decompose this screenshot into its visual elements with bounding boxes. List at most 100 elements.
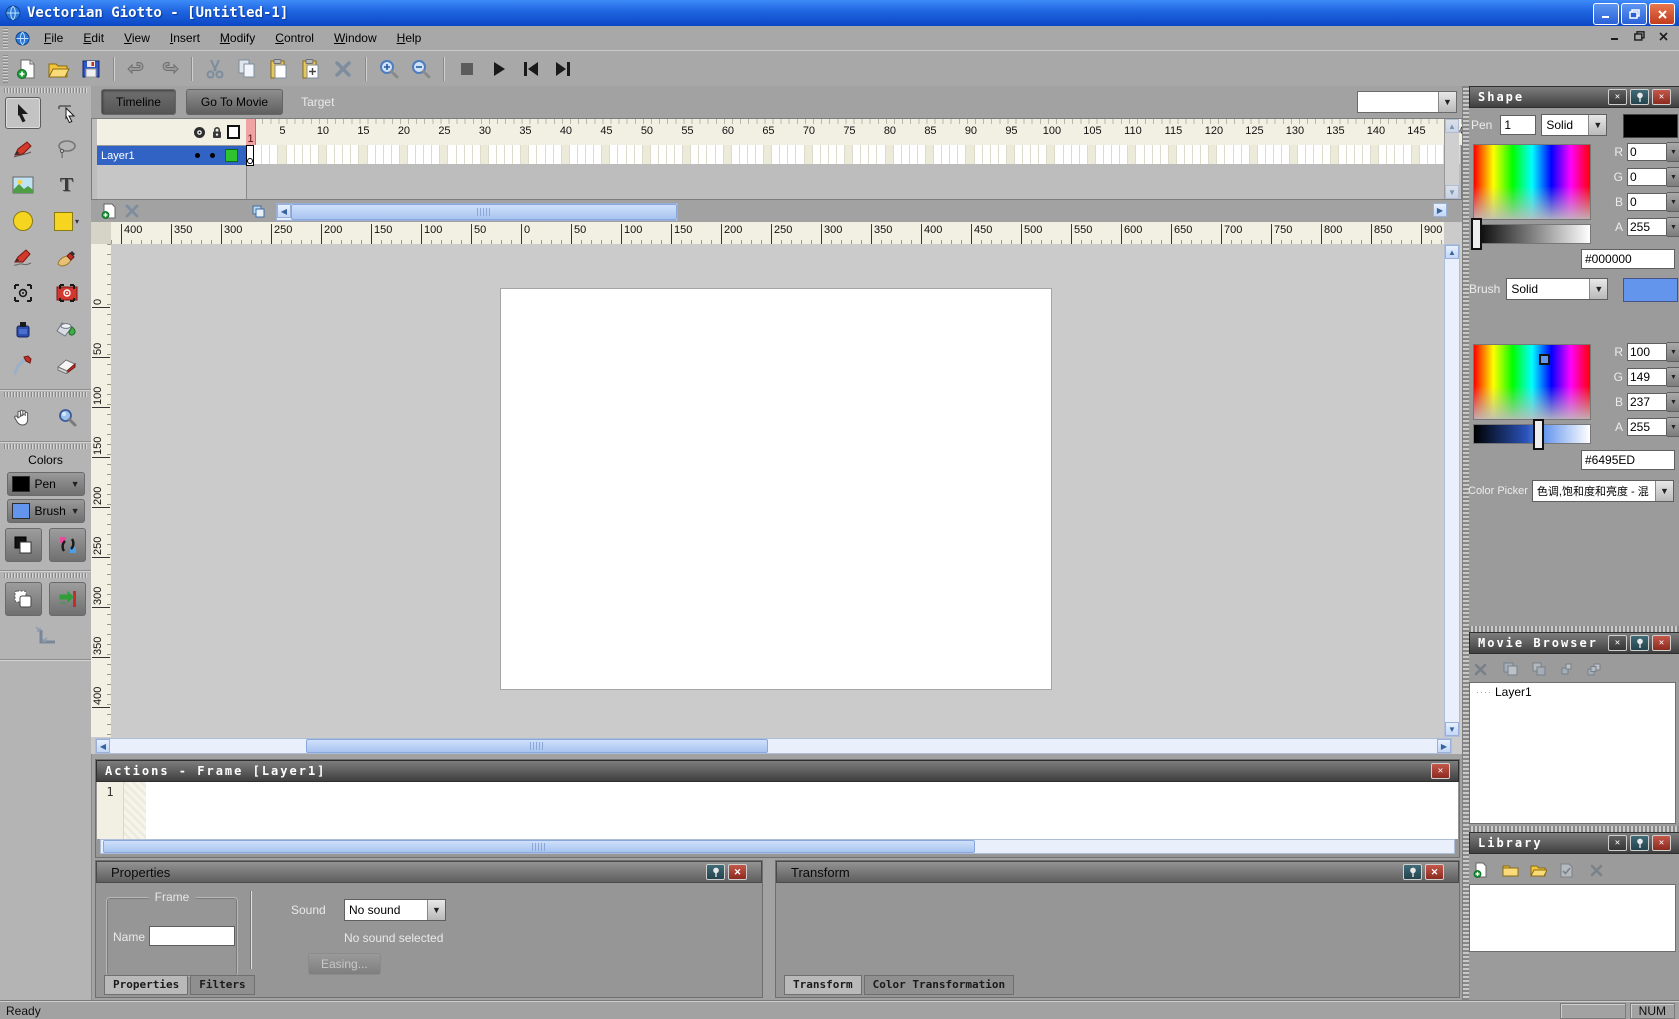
frame-cell[interactable] (683, 145, 691, 164)
frame-cell[interactable] (359, 145, 367, 164)
target-combobox[interactable]: ▼ (1357, 91, 1457, 113)
text-tool[interactable]: T (49, 169, 85, 201)
actions-scroll-thumb[interactable] (103, 840, 975, 853)
frame-cell[interactable] (756, 145, 764, 164)
frame-cell[interactable] (610, 145, 618, 164)
brush-tool[interactable] (49, 241, 85, 273)
frame-cell[interactable] (1274, 145, 1282, 164)
frame-cell[interactable] (254, 145, 262, 164)
delete-layer-button[interactable] (125, 204, 139, 218)
frame-cell[interactable] (440, 145, 448, 164)
frame-cell[interactable] (918, 145, 926, 164)
tab-transform[interactable]: Transform (784, 975, 862, 995)
zoom-in-button[interactable] (375, 55, 403, 83)
spinner-icon[interactable]: ▼ (1667, 342, 1679, 362)
code-area[interactable] (146, 782, 1458, 839)
frame-cell[interactable] (716, 145, 724, 164)
frame-cell[interactable] (1217, 145, 1225, 164)
tab-color-transformation[interactable]: Color Transformation (864, 975, 1014, 995)
brush-hex-input[interactable] (1581, 450, 1675, 470)
shape-pin-button[interactable] (1630, 89, 1649, 105)
shape-close-button[interactable]: ✕ (1652, 89, 1671, 105)
frame-cell[interactable] (1347, 145, 1355, 164)
save-button[interactable] (77, 55, 105, 83)
redo-button[interactable] (155, 55, 183, 83)
mb-move-down-icon[interactable] (1583, 663, 1605, 676)
frame-cell[interactable] (1234, 145, 1242, 164)
movie-browser-title-bar[interactable]: Movie Browser ✕ ✕ (1469, 632, 1679, 654)
frame-cell[interactable] (465, 145, 473, 164)
shape-hide-button[interactable]: ✕ (1608, 89, 1627, 105)
frame-cell[interactable] (303, 145, 311, 164)
menu-file[interactable]: File (34, 28, 73, 48)
frame-cell[interactable] (926, 145, 934, 164)
scroll-right-icon[interactable]: ▶ (1437, 739, 1451, 753)
frame-cell[interactable] (894, 145, 902, 164)
default-colors-button[interactable] (5, 528, 42, 562)
pen-width-input[interactable] (1500, 115, 1536, 135)
scroll-left-icon[interactable]: ◀ (96, 739, 110, 753)
brush-value-slider[interactable] (1473, 424, 1591, 444)
frame-cell[interactable] (1306, 145, 1314, 164)
frame-cell[interactable] (578, 145, 586, 164)
edit-multiple-frames-button[interactable] (251, 204, 266, 219)
frame-ruler[interactable]: 1 51015202530354045505560657075808590951… (246, 119, 1462, 146)
go-last-frame-button[interactable] (549, 55, 577, 83)
tools-grip[interactable] (4, 444, 87, 449)
menu-edit[interactable]: Edit (73, 28, 114, 48)
rectangle-tool[interactable]: ▾ (49, 205, 85, 237)
frame-cell[interactable] (1331, 145, 1339, 164)
frame-cell[interactable] (497, 145, 505, 164)
spinner-icon[interactable]: ▼ (1667, 142, 1679, 162)
frame-cell[interactable] (1153, 145, 1161, 164)
undo-button[interactable] (123, 55, 151, 83)
frame-cell[interactable] (958, 145, 966, 164)
frame-cell[interactable] (311, 145, 319, 164)
library-hide-button[interactable]: ✕ (1608, 835, 1627, 851)
frame-cell[interactable] (1404, 145, 1412, 164)
library-pin-button[interactable] (1630, 835, 1649, 851)
menu-grip[interactable] (3, 28, 8, 47)
frame-cell[interactable] (1355, 145, 1363, 164)
tab-properties[interactable]: Properties (104, 975, 188, 995)
frame-cell[interactable] (473, 145, 481, 164)
pen-slider-thumb[interactable] (1471, 218, 1482, 250)
actions-close-button[interactable]: ✕ (1431, 763, 1450, 779)
frame-cell[interactable] (1055, 145, 1063, 164)
copy-button[interactable] (233, 55, 261, 83)
frame-cell[interactable] (1039, 145, 1047, 164)
frame-cell[interactable] (659, 145, 667, 164)
frame-cell[interactable] (481, 145, 489, 164)
frame-cell[interactable] (1161, 145, 1169, 164)
eraser-tool[interactable] (49, 349, 85, 381)
toolbar-grip[interactable] (3, 55, 8, 84)
menu-modify[interactable]: Modify (210, 28, 265, 48)
frame-cell[interactable] (562, 145, 570, 164)
frame-cell[interactable] (1120, 145, 1128, 164)
frame-cell[interactable] (975, 145, 983, 164)
library-folder-icon[interactable] (1499, 863, 1521, 877)
brush-picker-marker[interactable] (1539, 354, 1550, 365)
zoom-tool[interactable] (49, 401, 85, 433)
frame-cell[interactable] (764, 145, 772, 164)
color-picker-combobox[interactable]: 色调,饱和度和亮度 - 混 ▼ (1532, 480, 1674, 502)
frame-cell[interactable] (1282, 145, 1290, 164)
frame-cell[interactable] (740, 145, 748, 164)
frame-cell[interactable] (529, 145, 537, 164)
new-layer-button[interactable] (101, 203, 117, 219)
spinner-icon[interactable]: ▼ (1667, 392, 1679, 412)
frame-cell[interactable] (1177, 145, 1185, 164)
timeline-tab[interactable]: Timeline (101, 89, 176, 115)
frame-cell[interactable] (270, 145, 278, 164)
pen-channel-input-b[interactable] (1627, 193, 1667, 211)
brush-channel-input-b[interactable] (1627, 393, 1667, 411)
frame-cell[interactable] (335, 145, 343, 164)
frame-cell[interactable] (748, 145, 756, 164)
registration-point-red-tool[interactable] (49, 277, 85, 309)
properties-title-bar[interactable]: Properties ✕ (96, 861, 762, 883)
mdi-restore-button[interactable] (1631, 29, 1647, 43)
timeline-vertical-scrollbar[interactable]: ▲ ▼ (1444, 119, 1459, 199)
canvas-vertical-scrollbar[interactable]: ▲ ▼ (1444, 244, 1460, 737)
frame-cell[interactable] (1201, 145, 1209, 164)
brush-channel-input-a[interactable] (1627, 418, 1667, 436)
